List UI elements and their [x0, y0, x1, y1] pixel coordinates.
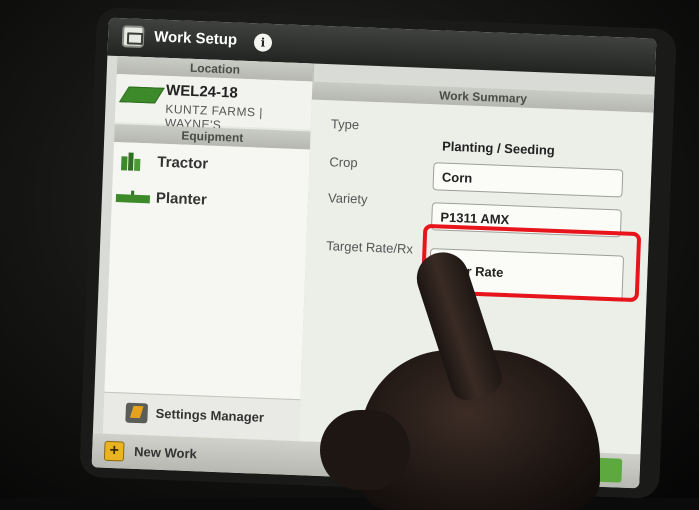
left-panel: Location WEL24-18 KUNTZ FARMS | WAYNE'S … — [102, 56, 315, 442]
equipment-item-tractor[interactable]: Tractor — [113, 146, 310, 186]
type-label: Type — [330, 116, 360, 133]
settings-manager-label: Settings Manager — [155, 405, 265, 425]
planter-icon — [115, 190, 151, 204]
settings-manager-icon — [125, 402, 149, 424]
location-card[interactable]: WEL24-18 KUNTZ FARMS | WAYNE'S — [114, 73, 313, 132]
location-name: WEL24-18 — [165, 81, 239, 102]
field-icon — [118, 86, 165, 104]
equipment-label-tractor: Tractor — [157, 153, 209, 173]
info-icon[interactable]: i — [253, 33, 273, 52]
tractor-icon — [120, 152, 142, 171]
settings-manager-button[interactable]: Settings Manager — [102, 391, 301, 441]
crop-label: Crop — [329, 154, 358, 171]
crop-value: Corn — [441, 169, 473, 186]
variety-label: Variety — [327, 190, 368, 207]
window-title: Work Setup — [153, 28, 238, 49]
equipment-list: Tractor Planter — [104, 141, 310, 400]
pointing-hand — [320, 245, 620, 510]
equipment-label-planter: Planter — [155, 189, 208, 209]
equipment-item-planter[interactable]: Planter — [111, 182, 308, 222]
plus-icon[interactable]: + — [103, 440, 125, 462]
new-work-button[interactable]: New Work — [134, 444, 197, 461]
work-setup-app-icon — [121, 25, 145, 49]
